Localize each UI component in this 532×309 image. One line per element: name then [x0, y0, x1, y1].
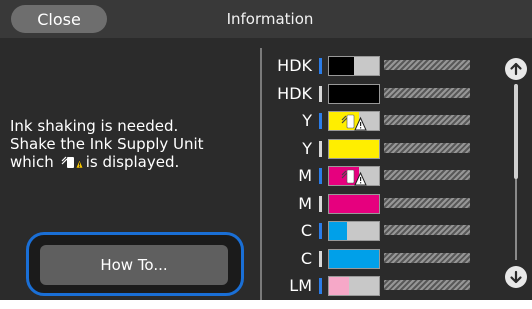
ink-row: M XXXXXXXXXX — [262, 164, 502, 187]
ink-shaking-message: Ink shaking is needed. Shake the Ink Sup… — [10, 117, 255, 171]
ink-serial-text: XXXXXXXXXX — [384, 167, 470, 176]
message-line-3-suffix: is displayed. — [85, 153, 180, 171]
ink-color-label: C — [300, 248, 312, 268]
ink-cartridge-swatch — [328, 166, 380, 186]
ink-color-label: LM — [289, 276, 312, 295]
ink-row: C XXXXXXXXXX — [262, 247, 502, 270]
ink-serial-text: XXXXXXXXXX — [384, 222, 470, 231]
scrollbar-thumb[interactable] — [514, 84, 518, 179]
ink-cartridge-swatch — [328, 138, 380, 159]
ink-empty-portion — [346, 222, 379, 240]
how-to-button[interactable]: How To... — [40, 245, 228, 285]
ink-level-indicator — [319, 113, 322, 129]
ink-cartridge-swatch — [328, 248, 380, 269]
ink-serial-text: XXXXXXXXXX — [384, 112, 470, 121]
ink-level-fill — [329, 194, 379, 213]
ink-shake-warning-icon — [341, 169, 367, 186]
close-button[interactable]: Close — [11, 5, 107, 33]
ink-serial-text: XXXXXXXXXX — [384, 85, 470, 94]
ink-row: HDK XXXXXXXXXX — [262, 82, 502, 105]
scroll-down-button[interactable] — [505, 266, 527, 288]
ink-level-indicator — [319, 223, 322, 239]
ink-serial-text: XXXXXXXXXX — [384, 250, 470, 259]
ink-level-indicator — [319, 195, 322, 212]
ink-shake-warning-icon — [61, 156, 83, 169]
ink-cartridge-swatch — [328, 111, 380, 131]
ink-level-fill — [329, 139, 379, 158]
message-line-3-prefix: which — [10, 153, 54, 171]
ink-level-indicator — [319, 250, 322, 267]
ink-color-label: Y — [302, 138, 312, 158]
ink-row: Y XXXXXXXXXX — [262, 109, 502, 132]
ink-serial-text: XXXXXXXXXX — [384, 277, 470, 286]
ink-serial-text: XXXXXXXXXX — [384, 195, 470, 204]
ink-color-label: C — [300, 221, 312, 240]
ink-level-indicator — [319, 85, 322, 102]
ink-level-fill — [329, 84, 379, 103]
ink-cartridge-swatch — [328, 276, 380, 296]
ink-cartridge-swatch — [328, 83, 380, 104]
ink-shake-warning-icon — [341, 114, 367, 131]
ink-level-fill — [329, 57, 354, 75]
ink-serial-text: XXXXXXXXXX — [384, 57, 470, 66]
ink-row: M XXXXXXXXXX — [262, 192, 502, 215]
message-line-3: which is displayed. — [10, 153, 255, 171]
ink-row: HDK XXXXXXXXXX — [262, 54, 502, 77]
ink-level-fill — [329, 277, 349, 295]
ink-cartridge-swatch — [328, 193, 380, 214]
ink-level-indicator — [319, 168, 322, 184]
ink-color-label: M — [298, 193, 312, 213]
ink-color-label: Y — [302, 111, 312, 130]
ink-row: Y XXXXXXXXXX — [262, 137, 502, 160]
ink-level-indicator — [319, 140, 322, 157]
ink-row: C XXXXXXXXXX — [262, 219, 502, 242]
ink-cartridge-swatch — [328, 221, 380, 241]
ink-row: LM XXXXXXXXXX — [262, 274, 502, 297]
ink-color-label: M — [298, 166, 312, 185]
ink-empty-portion — [354, 57, 379, 75]
message-line-1: Ink shaking is needed. — [10, 117, 179, 135]
ink-level-indicator — [319, 278, 322, 294]
ink-serial-text: XXXXXXXXXX — [384, 140, 470, 149]
ink-cartridge-swatch — [328, 56, 380, 76]
ink-empty-portion — [349, 277, 379, 295]
header-bar: Close Information — [0, 0, 532, 38]
scroll-up-icon — [510, 62, 522, 76]
ink-level-fill — [329, 249, 379, 268]
ink-information-screen: Close Information Ink shaking is needed.… — [0, 0, 532, 300]
message-line-2: Shake the Ink Supply Unit — [10, 135, 204, 153]
ink-color-label: HDK — [277, 56, 312, 75]
ink-color-label: HDK — [277, 83, 312, 103]
scroll-down-icon — [510, 270, 522, 284]
scroll-up-button[interactable] — [505, 58, 527, 80]
ink-level-indicator — [319, 58, 322, 74]
page-title: Information — [226, 10, 314, 28]
ink-level-fill — [329, 222, 347, 240]
